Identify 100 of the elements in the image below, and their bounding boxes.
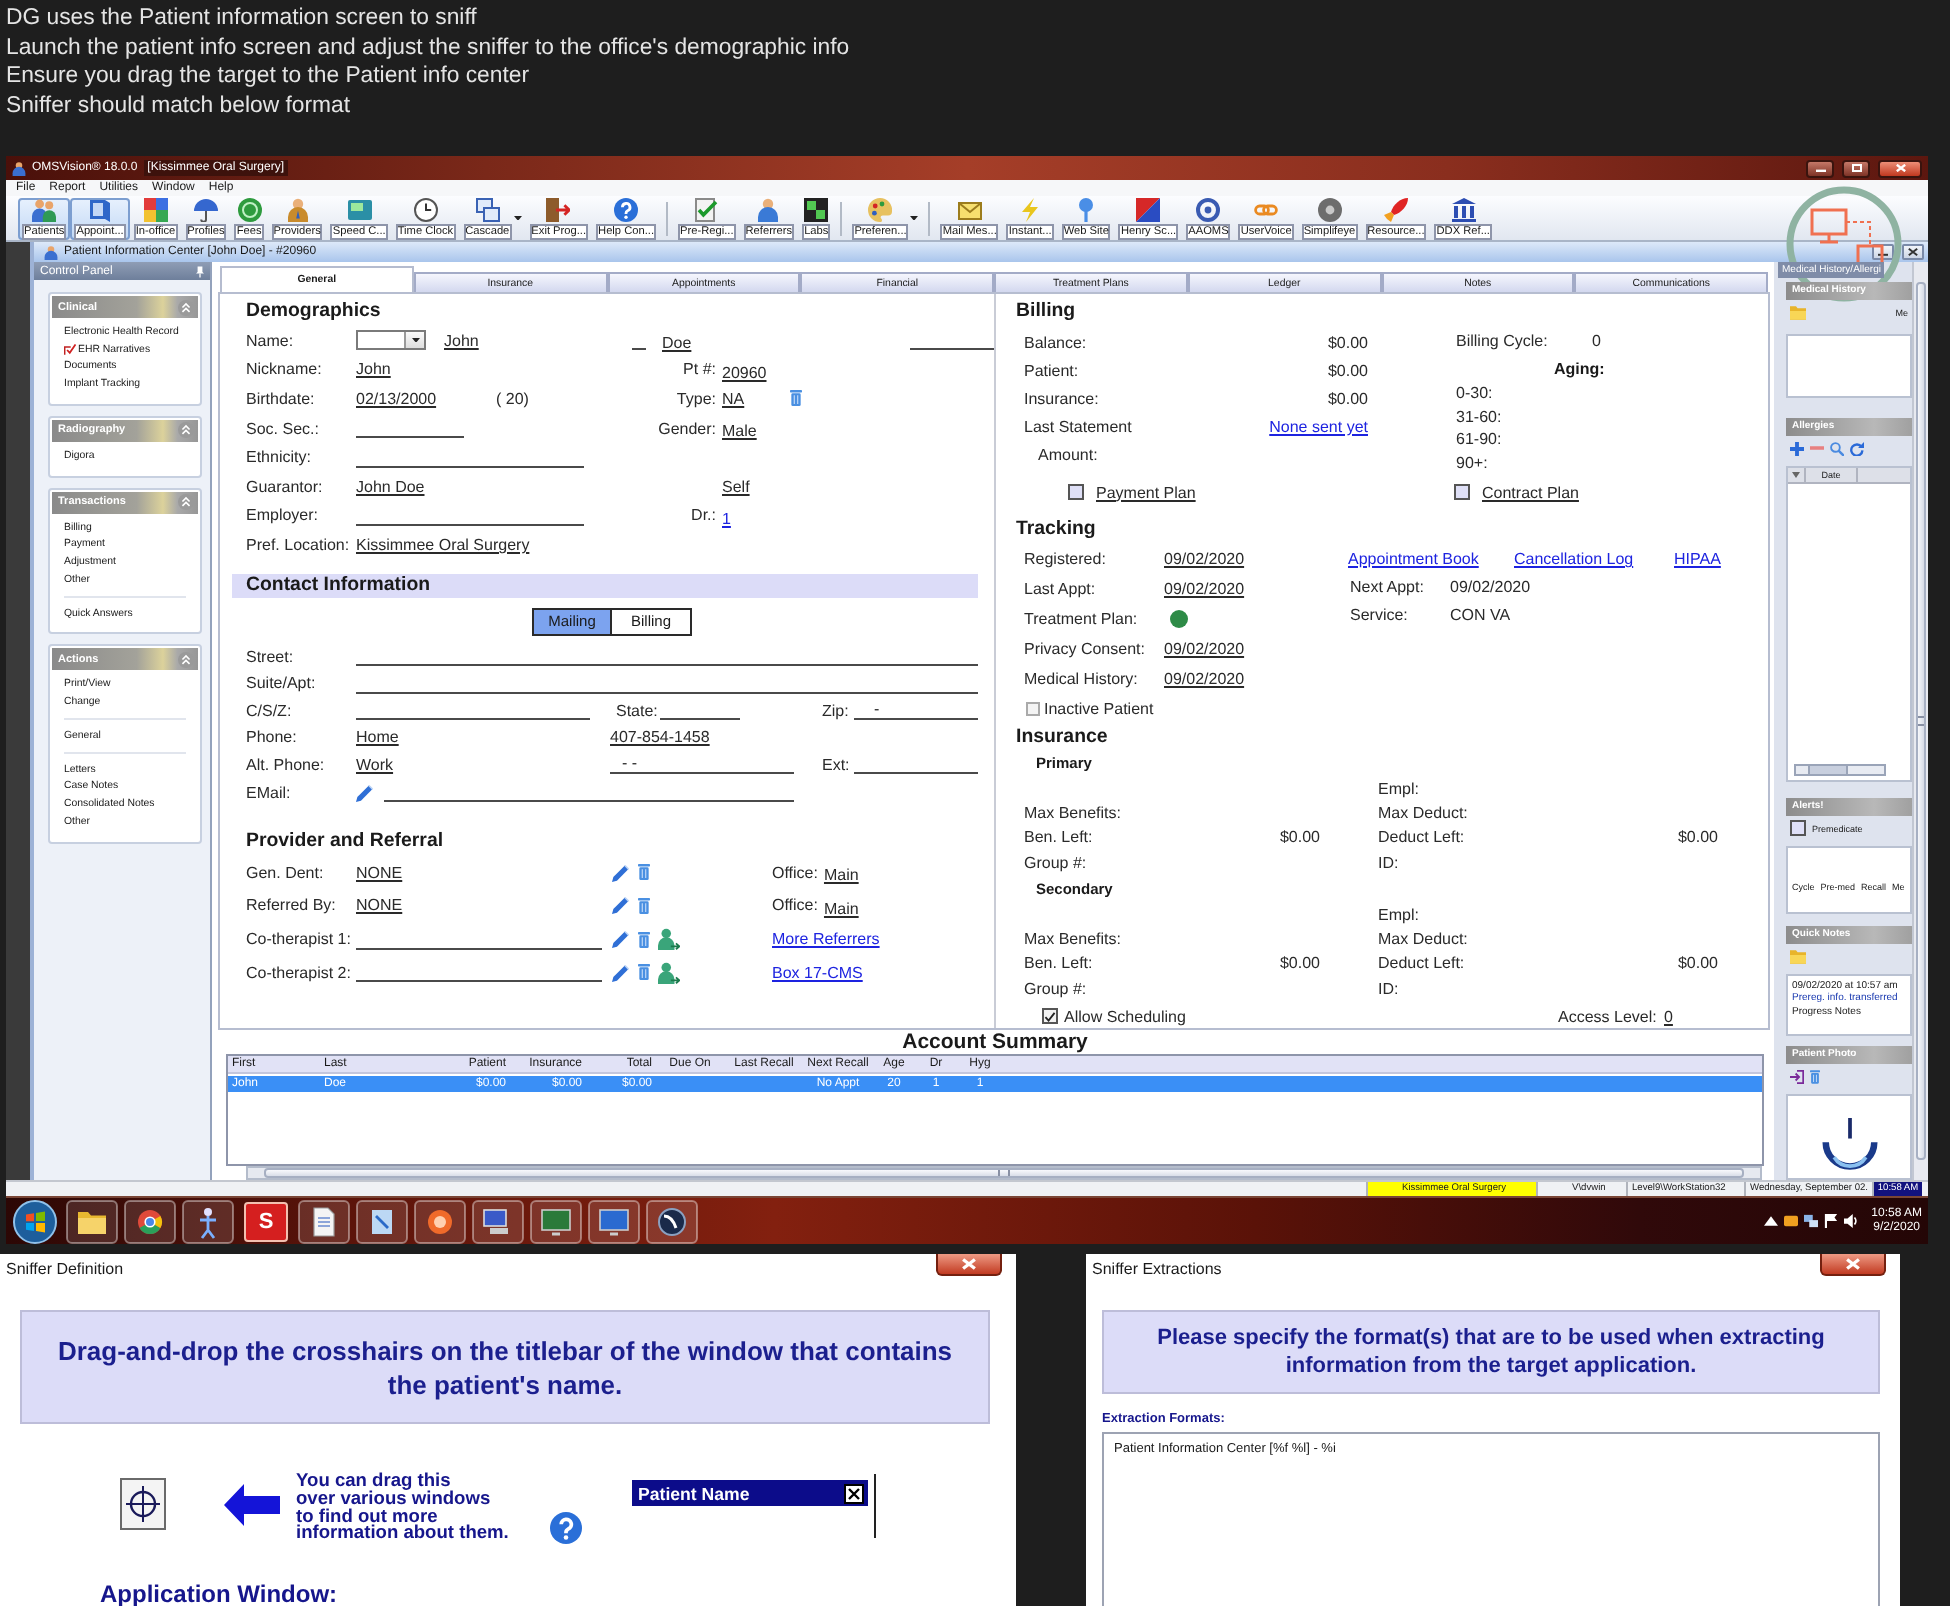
checkbox[interactable] <box>1454 484 1470 500</box>
field-label: Ben. Left: <box>1024 954 1093 973</box>
close-button[interactable] <box>936 1254 1002 1276</box>
trash-icon[interactable] <box>638 964 650 981</box>
crescent-icon[interactable] <box>646 1199 698 1243</box>
person-arrow-icon[interactable] <box>658 961 680 984</box>
field-label: Ext: <box>822 755 850 774</box>
trash-icon[interactable] <box>638 864 650 881</box>
crosshair-icon[interactable] <box>120 1478 166 1530</box>
collapse-icon[interactable] <box>178 422 194 439</box>
close-button[interactable] <box>1820 1254 1886 1276</box>
collapse-icon[interactable] <box>178 651 194 668</box>
pencil-icon[interactable] <box>612 930 630 949</box>
plus-icon[interactable] <box>1790 441 1804 455</box>
pencil-icon[interactable] <box>612 963 630 982</box>
start-button[interactable] <box>10 1199 60 1243</box>
flag-icon[interactable] <box>1823 1214 1838 1228</box>
person-icon <box>285 197 310 221</box>
pin-icon[interactable] <box>196 265 204 277</box>
link[interactable]: Cancellation Log <box>1514 550 1634 568</box>
field-value: 09/02/2020 <box>1164 550 1245 568</box>
checkbox-label[interactable]: Allow Scheduling <box>1064 1007 1186 1026</box>
input-field[interactable]: - <box>854 700 978 721</box>
field-label: Max Deduct: <box>1378 803 1468 822</box>
field-label: Balance: <box>1024 334 1087 353</box>
pencil-icon[interactable] <box>612 896 630 915</box>
stick-figure-icon[interactable] <box>182 1199 234 1243</box>
minimize-button[interactable] <box>1806 159 1834 177</box>
checkbox[interactable] <box>1790 820 1806 836</box>
import-icon[interactable] <box>1790 1069 1804 1083</box>
collapse-icon[interactable] <box>178 299 194 315</box>
link[interactable]: Appointment Book <box>1348 550 1479 568</box>
collapse-icon[interactable] <box>178 494 194 511</box>
trash-icon[interactable] <box>638 931 650 948</box>
field-label: Pref. Location: <box>246 535 350 554</box>
person-arrow-icon[interactable] <box>658 928 680 951</box>
horizontal-scrollbar[interactable] <box>1794 763 1886 775</box>
section-title: Provider and Referral <box>246 827 444 856</box>
color-wheel-icon[interactable] <box>124 1199 176 1243</box>
trash-icon[interactable] <box>1810 1069 1820 1083</box>
refresh-icon[interactable] <box>1850 441 1864 455</box>
badge-icon[interactable] <box>1783 1214 1798 1228</box>
caret-icon <box>411 338 419 343</box>
link[interactable]: More Referrers <box>772 930 880 949</box>
columns-icon <box>1451 197 1476 221</box>
notepad-icon[interactable] <box>356 1199 408 1243</box>
close-button[interactable] <box>1878 159 1922 177</box>
pencil-icon[interactable] <box>356 783 374 802</box>
field-value: CON VA <box>1450 605 1511 623</box>
close-icon <box>1895 164 1905 172</box>
field-label: Max Benefits: <box>1024 803 1121 822</box>
field-label: Max Benefits: <box>1024 930 1121 949</box>
horizontal-scrollbar[interactable] <box>246 1166 1762 1180</box>
field-label: Deduct Left: <box>1378 828 1465 847</box>
help-icon[interactable] <box>550 1512 582 1544</box>
field-value: 09/02/2020 <box>1164 580 1245 598</box>
section-title: Billing <box>1016 298 1076 326</box>
umbrella-icon <box>193 197 218 221</box>
field-value: Self <box>722 477 750 496</box>
chevron-up-icon[interactable] <box>1763 1214 1778 1228</box>
speaker-icon[interactable] <box>1843 1214 1858 1228</box>
field-value: 0 <box>1592 331 1601 349</box>
close-button[interactable] <box>1902 244 1924 260</box>
vertical-scrollbar[interactable] <box>1912 262 1928 1180</box>
link[interactable]: Box 17-CMS <box>772 963 863 982</box>
checkbox-label[interactable]: Payment Plan <box>1096 483 1196 501</box>
field-label: Patient: <box>1024 362 1079 381</box>
field-value: $0.00 <box>1327 334 1368 353</box>
checkbox-label[interactable]: Inactive Patient <box>1044 700 1154 718</box>
field-label: Group #: <box>1024 979 1087 998</box>
trash-icon[interactable] <box>638 897 650 914</box>
monitor-icon[interactable] <box>530 1199 582 1243</box>
sort-icon[interactable] <box>1792 471 1800 477</box>
document-icon[interactable] <box>298 1199 350 1243</box>
input-field[interactable]: - - <box>610 754 794 775</box>
field-label: EMail: <box>246 783 291 802</box>
checkmark-icon <box>1044 1011 1056 1022</box>
link[interactable]: None sent yet <box>1269 417 1368 436</box>
link[interactable]: 1 <box>722 509 731 528</box>
field-value: 0 <box>1664 1007 1673 1026</box>
pin-icon <box>1074 197 1099 221</box>
taskbar-button[interactable]: S <box>244 1201 288 1241</box>
dropdown[interactable] <box>356 330 426 351</box>
checkbox[interactable] <box>1068 484 1084 500</box>
folder-icon[interactable] <box>66 1199 118 1243</box>
maximize-button[interactable] <box>1842 159 1870 177</box>
pencil-icon[interactable] <box>612 863 630 882</box>
computer-icon[interactable] <box>472 1199 524 1243</box>
monitor-icon[interactable] <box>588 1199 640 1243</box>
field-value: John Doe <box>356 477 425 496</box>
field-label: Amount: <box>1038 445 1098 464</box>
field-label: Deduct Left: <box>1378 954 1465 973</box>
checkbox[interactable] <box>1042 1008 1058 1025</box>
link[interactable]: HIPAA <box>1674 550 1721 568</box>
network-icon[interactable] <box>1803 1214 1818 1228</box>
field-label: Gen. Dent: <box>246 863 324 882</box>
checkbox-label[interactable]: Contract Plan <box>1482 483 1579 501</box>
search-icon[interactable] <box>1830 441 1844 455</box>
trash-icon[interactable] <box>790 390 802 407</box>
checkbox[interactable] <box>1026 702 1040 716</box>
